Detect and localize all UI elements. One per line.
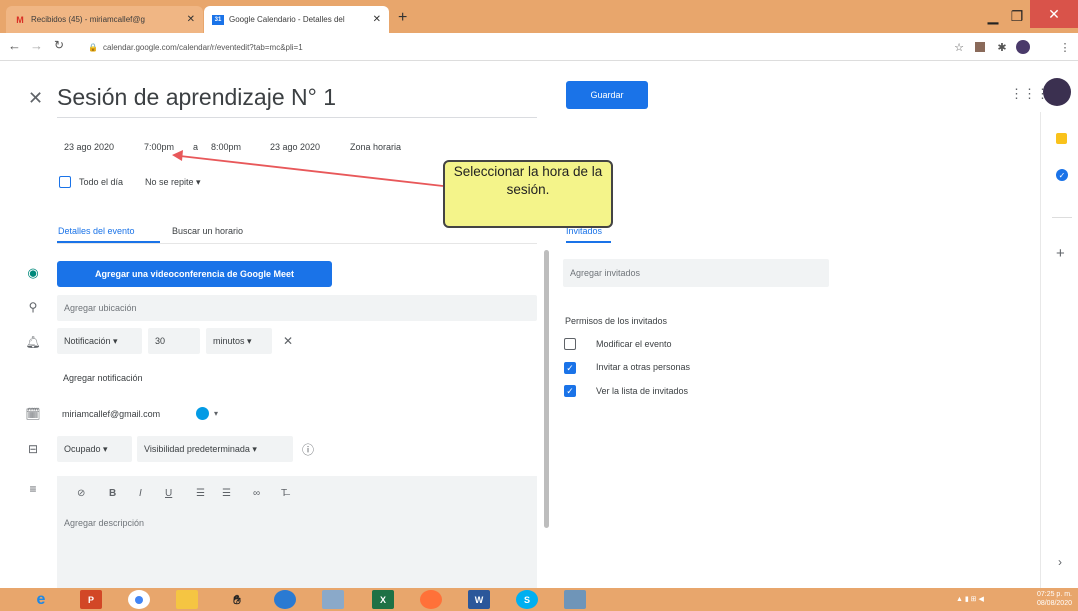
notepad-icon[interactable] — [322, 590, 344, 609]
skype-icon[interactable]: S — [516, 590, 538, 609]
system-tray-icons[interactable]: ▲ ▮ ⊞ ◀ — [956, 595, 984, 603]
annotation-callout: Seleccionar la hora de la sesión. — [443, 160, 613, 228]
excel-icon[interactable]: X — [372, 590, 394, 609]
clock-date: 08/08/2020 — [1036, 600, 1072, 607]
ie-icon[interactable]: e — [30, 590, 52, 609]
clock-time: 07:25 p. m. — [1036, 591, 1072, 598]
taskbar: e P ✋︎ X W S ▲ ▮ ⊞ ◀ — [0, 588, 1078, 611]
annotation-arrow — [172, 150, 444, 187]
window-icon[interactable] — [564, 590, 586, 609]
powerpoint-icon[interactable]: P — [80, 590, 102, 609]
chrome-icon[interactable] — [128, 590, 150, 609]
folder-icon[interactable] — [176, 590, 198, 609]
media-icon[interactable] — [274, 590, 296, 609]
taskbar-clock[interactable]: 07:25 p. m. 08/08/2020 — [1016, 590, 1072, 608]
word-icon[interactable]: W — [468, 590, 490, 609]
hand-icon[interactable]: ✋︎ — [226, 590, 248, 609]
firefox-icon[interactable] — [420, 590, 442, 609]
